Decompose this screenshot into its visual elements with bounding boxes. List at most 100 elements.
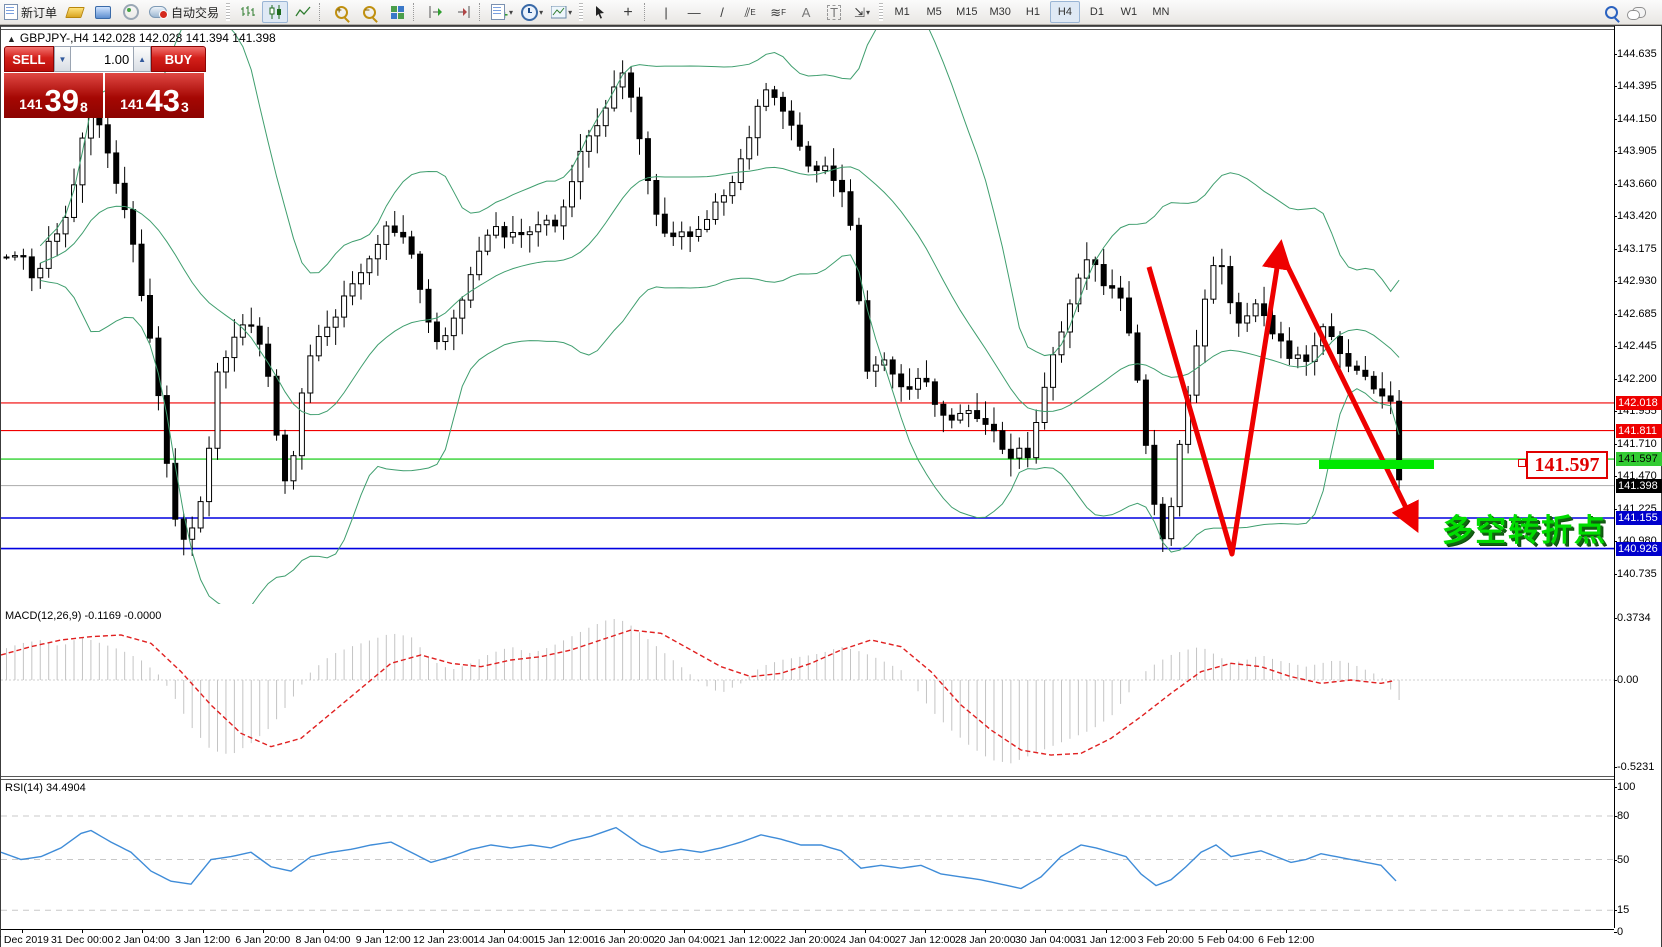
volume-decrease-button[interactable]: ▼ — [54, 46, 72, 72]
toolbar-grip — [226, 3, 230, 21]
community-chat-button[interactable] — [1626, 1, 1652, 23]
cursor-icon — [594, 5, 606, 19]
indicators-button[interactable]: + ▾ — [488, 1, 516, 23]
signal-icon — [123, 4, 139, 20]
time-axis[interactable]: 7 Dec 201931 Dec 00:002 Jan 04:003 Jan 1… — [1, 929, 1614, 947]
timeframe-button-h1[interactable]: H1 — [1018, 1, 1048, 23]
search-button[interactable] — [1598, 1, 1624, 23]
price-level-badge: 141.398 — [1616, 479, 1662, 493]
rsi-tick: 15 — [1617, 904, 1629, 916]
price-level-badge: 141.597 — [1616, 452, 1662, 466]
templates-button[interactable]: ▾ — [548, 1, 575, 23]
periods-button[interactable]: ▾ — [518, 1, 546, 23]
toolbar-separator — [413, 3, 419, 21]
zoom-out-icon: − — [363, 6, 376, 19]
gold-button[interactable] — [62, 1, 88, 23]
trendline-tool-button[interactable]: / — [709, 1, 735, 23]
timeframe-button-m15[interactable]: M15 — [951, 1, 982, 23]
price-tick: 143.175 — [1617, 243, 1657, 255]
price-tick: 144.150 — [1617, 113, 1657, 125]
auto-trading-button[interactable]: 自动交易 — [146, 1, 222, 23]
timeframe-button-w1[interactable]: W1 — [1114, 1, 1144, 23]
chart-window: 144.635144.395144.150143.905143.660143.4… — [0, 25, 1662, 947]
new-order-button[interactable]: 新订单 — [1, 1, 60, 23]
price-tick: 142.930 — [1617, 275, 1657, 287]
crosshair-tool-button[interactable]: + — [615, 1, 641, 23]
macd-panel-canvas[interactable] — [1, 608, 1614, 776]
buy-button[interactable]: BUY — [151, 46, 206, 72]
candlestick-chart-button[interactable] — [262, 1, 288, 23]
tile-windows-button[interactable] — [384, 1, 410, 23]
templates-caret-icon[interactable]: ▾ — [568, 8, 572, 17]
zoom-in-icon: + — [335, 6, 348, 19]
support-zone-bar[interactable] — [1319, 460, 1434, 469]
auto-scroll-button[interactable] — [422, 1, 448, 23]
price-level-badge: 141.155 — [1616, 511, 1662, 525]
volume-increase-button[interactable]: ▲ — [133, 46, 151, 72]
arrows-caret-icon[interactable]: ▾ — [866, 8, 870, 17]
arrows-tool-button[interactable]: ⇲▾ — [849, 1, 875, 23]
cursor-tool-button[interactable] — [587, 1, 613, 23]
macd-tick: 0.00 — [1617, 674, 1638, 686]
text-tool-icon: A — [802, 6, 811, 19]
templates-icon — [551, 6, 567, 19]
panel-separator[interactable] — [1, 776, 1614, 780]
time-label: 3 Jan 12:00 — [175, 934, 230, 946]
timeframe-button-d1[interactable]: D1 — [1082, 1, 1112, 23]
search-icon — [1605, 6, 1618, 19]
toolbar-grip — [579, 3, 583, 21]
timeframe-button-m1[interactable]: M1 — [887, 1, 917, 23]
buy-price-big: 43 — [146, 87, 180, 115]
collapse-panel-icon[interactable]: ▲ — [7, 34, 16, 44]
timeframe-button-m5[interactable]: M5 — [919, 1, 949, 23]
fibonacci-tool-button[interactable]: ≋F — [765, 1, 791, 23]
bar-chart-button[interactable] — [234, 1, 260, 23]
chart-shift-button[interactable] — [450, 1, 476, 23]
rsi-tick: 80 — [1617, 810, 1629, 822]
sell-price-tile[interactable]: 141398 — [4, 73, 103, 118]
time-label: 3 Feb 20:00 — [1138, 934, 1194, 946]
price-axis[interactable]: 144.635144.395144.150143.905143.660143.4… — [1617, 26, 1661, 604]
price-tick: 143.660 — [1617, 178, 1657, 190]
timeframe-button-h4[interactable]: H4 — [1050, 1, 1080, 23]
main-chart-canvas[interactable] — [1, 26, 1614, 604]
vline-tool-button[interactable]: | — [653, 1, 679, 23]
price-tick: 144.395 — [1617, 80, 1657, 92]
timeframe-button-mn[interactable]: MN — [1146, 1, 1176, 23]
label-tool-button[interactable]: T — [821, 1, 847, 23]
clock-icon — [521, 4, 538, 21]
price-label-box[interactable]: 141.597 — [1526, 451, 1608, 479]
hline-tool-button[interactable]: — — [681, 1, 707, 23]
bar-chart-icon — [240, 5, 255, 19]
rsi-axis: 1008050150 — [1617, 780, 1661, 929]
turning-point-annotation[interactable]: 多空转折点 — [1442, 505, 1607, 550]
channel-tool-button[interactable]: ⫽E — [737, 1, 763, 23]
time-label: 7 Dec 2019 — [0, 934, 49, 946]
hline-icon: — — [688, 6, 701, 19]
line-chart-button[interactable] — [290, 1, 316, 23]
rsi-panel-canvas[interactable] — [1, 780, 1614, 929]
timeframe-button-m30[interactable]: M30 — [985, 1, 1016, 23]
rsi-label: RSI(14) 34.4904 — [5, 782, 86, 794]
buy-price-sup: 3 — [181, 99, 189, 115]
sell-button[interactable]: SELL — [4, 46, 54, 72]
price-tick: 141.710 — [1617, 438, 1657, 450]
time-label: 30 Jan 04:00 — [1015, 934, 1076, 946]
volume-input[interactable] — [71, 46, 133, 72]
panel-separator[interactable] — [1, 26, 1614, 30]
indicators-caret-icon[interactable]: ▾ — [509, 8, 513, 17]
buy-price-tile[interactable]: 141433 — [105, 73, 204, 118]
sell-price-big: 39 — [45, 87, 79, 115]
zoom-in-button[interactable]: + — [328, 1, 354, 23]
signal-button[interactable] — [118, 1, 144, 23]
periods-caret-icon[interactable]: ▾ — [539, 8, 543, 17]
zoom-out-button[interactable]: − — [356, 1, 382, 23]
chart-shift-icon — [456, 5, 471, 19]
trendline-icon: / — [720, 6, 724, 19]
macd-tick: 0.3734 — [1617, 612, 1651, 624]
price-tick: 143.905 — [1617, 145, 1657, 157]
price-level-badge: 141.811 — [1616, 424, 1662, 438]
terminal-button[interactable] — [90, 1, 116, 23]
text-tool-button[interactable]: A — [793, 1, 819, 23]
buy-price-prefix: 141 — [120, 96, 143, 112]
